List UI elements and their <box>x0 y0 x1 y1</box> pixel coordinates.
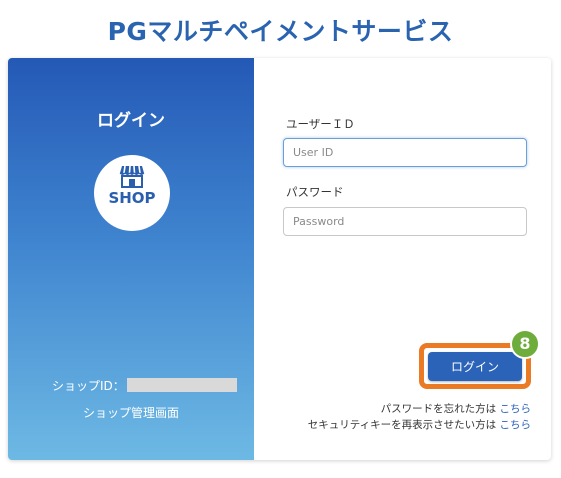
shop-id-redacted <box>126 378 237 392</box>
security-key-link[interactable]: こちら <box>500 419 532 431</box>
page-title: PGマルチペイメントサービス <box>107 17 454 46</box>
password-label: パスワード <box>286 185 344 199</box>
shop-badge-label: SHOP <box>108 189 156 207</box>
security-key-text: セキュリティキーを再表示させたい方は <box>307 419 497 431</box>
login-heading: ログイン <box>97 111 165 131</box>
forgot-password-link[interactable]: こちら <box>500 403 532 415</box>
forgot-password-line: パスワードを忘れた方は こちら <box>381 401 531 416</box>
shop-badge: SHOP <box>94 155 170 231</box>
login-card: ログイン SHOP ショップID： ショップ管理画面 ユーザーＩＤ パスワード … <box>8 58 551 460</box>
login-button[interactable]: ログイン <box>428 352 522 381</box>
step-number-badge: 8 <box>510 329 540 359</box>
login-form: ユーザーＩＤ パスワード ログイン 8 パスワードを忘れた方は こちら セキュリ… <box>254 58 551 460</box>
shop-id-label: ショップID： <box>52 378 125 393</box>
shop-id-row: ショップID： <box>52 376 237 394</box>
storefront-icon <box>119 165 145 188</box>
user-id-input[interactable] <box>283 138 527 167</box>
password-input[interactable] <box>283 207 527 236</box>
shop-info-panel: ログイン SHOP ショップID： ショップ管理画面 <box>8 58 254 460</box>
forgot-password-text: パスワードを忘れた方は <box>380 403 497 415</box>
user-id-label: ユーザーＩＤ <box>286 117 355 131</box>
security-key-line: セキュリティキーを再表示させたい方は こちら <box>308 417 531 432</box>
shop-admin-label: ショップ管理画面 <box>82 406 179 420</box>
